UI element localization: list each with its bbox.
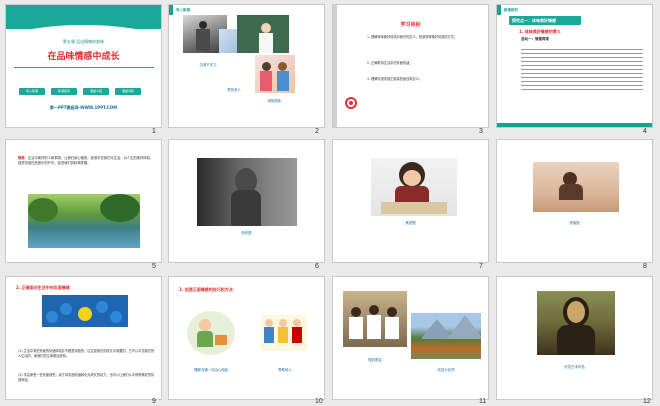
subsection-title: 1. 体味美好情感的意义 <box>519 29 561 34</box>
caption-worry: 消除烦恼 <box>267 99 281 103</box>
objective-3: 3. 理解传递情感正能量的途径和意义。 <box>367 77 423 81</box>
activity-label: 活动一：情景再现 <box>521 37 549 41</box>
definition-lead: 情感： <box>18 156 28 160</box>
photo-mona-lisa <box>537 291 615 355</box>
slide-thumbnail-12[interactable]: 欣赏艺术作品 <box>496 276 653 400</box>
caption-communication: 理解沟通一切由心而起 <box>194 368 228 372</box>
slide-number: 1 <box>152 128 156 135</box>
corner-label: 导入新课 <box>176 8 190 12</box>
slide-number: 12 <box>643 398 651 405</box>
paragraph-1: (1) 生活中某些负面的情绪体验并不都是消极的，往往是我们的成长中需要的。它可以… <box>18 349 155 358</box>
objective-2: 2. 正确看待生活中的负面情绪。 <box>367 61 413 65</box>
section-heading: 2. 正确面对生活中的负面情绪 <box>16 285 70 290</box>
definition-text: 情感：生活中美好的人和事物，让我们身心愉悦。逐渐丰富我们对生活、对人生的美好体验… <box>18 156 154 166</box>
slide-number: 11 <box>479 398 487 405</box>
slide-thumbnail-2[interactable]: 导入新课 沉浸于学习 帮扶老人 消除烦恼 <box>168 4 325 128</box>
slide-number: 2 <box>315 128 319 135</box>
slide-number: 9 <box>152 398 156 405</box>
corner-label: 新课探究 <box>504 8 518 12</box>
photo-lake-landscape <box>28 194 140 248</box>
photo-students-group <box>343 291 407 347</box>
caption-elderly: 帮扶老人 <box>227 88 241 92</box>
photo-troubled-person <box>533 162 619 212</box>
slide-thumbnail-9[interactable]: 2. 正确面对生活中的负面情绪 (1) 生活中某些负面的情绪体验并不都是消极的，… <box>5 276 162 400</box>
objective-1: 1. 理解体味美好情感对我们的意义，知道获得美好情感的方式。 <box>367 35 458 39</box>
photo-anxious-child <box>371 158 457 216</box>
slide-number: 10 <box>315 398 323 405</box>
slide-thumbnail-10[interactable]: 3. 创造正面情感的技巧和方法： 理解沟通一切由心而起 帮助他人 <box>168 276 325 400</box>
slide-thumbnail-4[interactable]: 新课探究 探究点一：体味美好情感 1. 体味美好情感的意义 活动一：情景再现 <box>496 4 653 128</box>
section-banner: 探究点一：体味美好情感 <box>509 16 581 25</box>
photo-caption: 焦虑图 <box>405 221 416 225</box>
slide-thumbnail-8[interactable]: 烦恼图 <box>496 139 653 263</box>
photo-blue-balls <box>42 295 128 327</box>
chip-summary: 课堂小结 <box>83 88 109 95</box>
caption-help-others: 帮助他人 <box>278 368 292 372</box>
illustration-helping-others <box>261 315 307 351</box>
photo-caption: 欣赏艺术作品 <box>564 365 585 369</box>
photo-sad-person <box>197 158 297 226</box>
slide-number: 6 <box>315 263 319 270</box>
slide-number: 7 <box>479 263 483 270</box>
photo-nature-mountain <box>411 313 481 359</box>
template-footer: 第一PPT模板网-WWW.1PPT.COM <box>49 105 118 110</box>
slide-thumbnail-11[interactable]: 做到宽容 欣赏大自然 <box>332 276 489 400</box>
chip-practice: 课堂训练 <box>115 88 141 95</box>
lesson-subtitle: 第五课 品出情感的韵味 <box>62 39 105 44</box>
slide-number: 4 <box>643 128 647 135</box>
slide-thumbnail-3[interactable]: 学习目标 1. 理解体味美好情感对我们的意义，知道获得美好情感的方式。 2. 正… <box>332 4 489 128</box>
caption-study: 沉浸于学习 <box>199 63 217 67</box>
photo-caption: 悲伤图 <box>241 231 252 235</box>
slide-title: 在品味情感中成长 <box>47 52 120 62</box>
section-heading: 学习目标 <box>400 22 421 28</box>
slide-thumbnail-7[interactable]: 焦虑图 <box>332 139 489 263</box>
section-title: 探究点一：体味美好情感 <box>512 18 556 23</box>
definition-body: 生活中美好的人和事物，让我们身心愉悦。逐渐丰富我们对生活、对人生的美好体验，促进… <box>18 156 154 165</box>
target-icon <box>345 97 357 109</box>
slide-number: 8 <box>643 263 647 270</box>
illustration-communication <box>187 311 235 355</box>
caption-tolerance: 做到宽容 <box>368 358 382 362</box>
slide-number: 5 <box>152 263 156 270</box>
slide-number: 3 <box>479 128 483 135</box>
chip-intro: 导入新课 <box>19 88 45 95</box>
section-heading: 3. 创造正面情感的技巧和方法： <box>179 287 237 292</box>
slide-thumbnail-1[interactable]: 第五课 品出情感的韵味 在品味情感中成长 导入新课 新课探究 课堂小结 课堂训练… <box>5 4 162 128</box>
slide-thumbnail-6[interactable]: 悲伤图 <box>168 139 325 263</box>
slide-thumbnail-5[interactable]: 情感：生活中美好的人和事物，让我们身心愉悦。逐渐丰富我们对生活、对人生的美好体验… <box>5 139 162 263</box>
photo-caption: 烦恼图 <box>569 221 580 225</box>
photo-chalkboard <box>237 15 289 53</box>
paragraph-2: (2) 学会承受一些负面感受，善于将负面情绪转化为成长的动力，也可以让我们从中获… <box>18 373 155 382</box>
body-text-block <box>521 46 643 92</box>
chip-explore: 新课探究 <box>51 88 77 95</box>
caption-nature: 欣赏大自然 <box>437 368 455 372</box>
photo-kids-highfive <box>255 55 295 93</box>
